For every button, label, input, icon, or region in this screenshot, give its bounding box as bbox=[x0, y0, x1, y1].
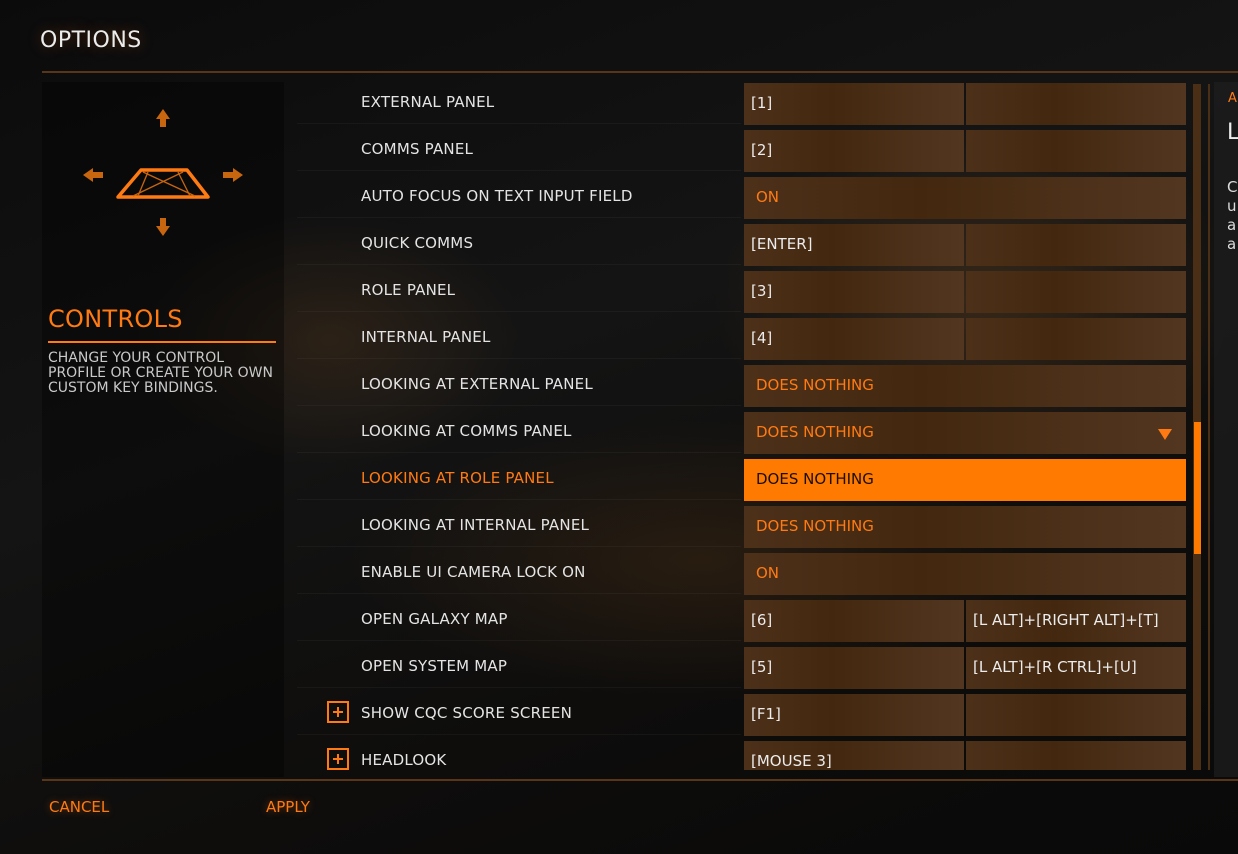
primary-binding-value: [ENTER] bbox=[751, 235, 813, 253]
binding-label: LOOKING AT COMMS PANEL bbox=[361, 422, 572, 440]
secondary-binding-field[interactable] bbox=[966, 271, 1186, 313]
info-text-line: u bbox=[1227, 197, 1237, 215]
secondary-binding-field[interactable] bbox=[966, 694, 1186, 736]
scrollbar-rail bbox=[1208, 84, 1210, 770]
primary-binding-value: [F1] bbox=[751, 705, 781, 723]
arrow-down-icon bbox=[156, 218, 170, 236]
setting-value: DOES NOTHING bbox=[756, 423, 874, 441]
binding-label: COMMS PANEL bbox=[361, 140, 474, 158]
binding-row[interactable]: OPEN GALAXY MAP [6] [L ALT]+[RIGHT ALT]+[T… bbox=[297, 597, 1189, 642]
primary-binding-value: [5] bbox=[751, 658, 773, 676]
binding-label: EXTERNAL PANEL bbox=[361, 93, 495, 111]
secondary-binding-field[interactable]: [L ALT]+[R CTRL]+[U] bbox=[966, 647, 1186, 689]
info-text-line: a bbox=[1227, 235, 1237, 253]
setting-value: DOES NOTHING bbox=[756, 470, 874, 488]
dropdown-field[interactable]: DOES NOTHING bbox=[744, 412, 1186, 454]
expand-plus-icon[interactable] bbox=[327, 748, 349, 770]
header-divider bbox=[42, 71, 1238, 73]
secondary-binding-field[interactable] bbox=[966, 130, 1186, 172]
dropdown-arrow-icon[interactable] bbox=[1158, 429, 1172, 440]
dropdown-field[interactable]: DOES NOTHING bbox=[744, 506, 1186, 548]
primary-binding-value: [4] bbox=[751, 329, 773, 347]
binding-label: ROLE PANEL bbox=[361, 281, 456, 299]
binding-row[interactable]: EXTERNAL PANEL [1] bbox=[297, 80, 1189, 125]
binding-label: QUICK COMMS bbox=[361, 234, 474, 252]
info-text-line: C bbox=[1227, 178, 1238, 196]
bindings-list: EXTERNAL PANEL [1] COMMS PANEL [2] AUTO FOCU… bbox=[297, 80, 1189, 770]
info-category: A bbox=[1228, 91, 1237, 106]
binding-label: LOOKING AT INTERNAL PANEL bbox=[361, 516, 590, 534]
primary-binding-field[interactable]: [MOUSE 3] bbox=[744, 741, 964, 770]
secondary-binding-field[interactable] bbox=[966, 224, 1186, 266]
scrollbar-thumb[interactable] bbox=[1194, 422, 1201, 554]
info-panel: A L Cuaa bbox=[1214, 82, 1238, 777]
binding-label: AUTO FOCUS ON TEXT INPUT FIELD bbox=[361, 187, 633, 205]
binding-label: LOOKING AT EXTERNAL PANEL bbox=[361, 375, 593, 393]
primary-binding-field[interactable]: [6] bbox=[744, 600, 964, 642]
binding-row[interactable]: AUTO FOCUS ON TEXT INPUT FIELD ON bbox=[297, 174, 1189, 219]
binding-row[interactable]: LOOKING AT ROLE PANEL DOES NOTHING bbox=[297, 456, 1189, 501]
arrow-right-icon bbox=[223, 168, 243, 182]
secondary-binding-field[interactable]: [L ALT]+[RIGHT ALT]+[T] bbox=[966, 600, 1186, 642]
dropdown-field[interactable]: DOES NOTHING bbox=[744, 365, 1186, 407]
ship-directional-icon bbox=[78, 106, 248, 246]
binding-row[interactable]: ROLE PANEL [3] bbox=[297, 268, 1189, 313]
arrow-left-icon bbox=[83, 168, 103, 182]
footer-divider bbox=[42, 779, 1238, 781]
secondary-binding-field[interactable] bbox=[966, 741, 1186, 770]
primary-binding-field[interactable]: [ENTER] bbox=[744, 224, 964, 266]
secondary-binding-value: [L ALT]+[RIGHT ALT]+[T] bbox=[973, 611, 1159, 629]
primary-binding-field[interactable]: [1] bbox=[744, 83, 964, 125]
binding-label: LOOKING AT ROLE PANEL bbox=[361, 469, 554, 487]
binding-row[interactable]: SHOW CQC SCORE SCREEN [F1] bbox=[297, 691, 1189, 736]
setting-value: DOES NOTHING bbox=[756, 376, 874, 394]
primary-binding-field[interactable]: [4] bbox=[744, 318, 964, 360]
binding-row[interactable]: LOOKING AT EXTERNAL PANEL DOES NOTHING bbox=[297, 362, 1189, 407]
arrow-up-icon bbox=[156, 109, 170, 127]
page-title: OPTIONS bbox=[40, 28, 142, 53]
binding-row[interactable]: HEADLOOK [MOUSE 3] bbox=[297, 738, 1189, 770]
binding-row[interactable]: ENABLE UI CAMERA LOCK ON ON bbox=[297, 550, 1189, 595]
binding-row[interactable]: OPEN SYSTEM MAP [5] [L ALT]+[R CTRL]+[U] bbox=[297, 644, 1189, 689]
binding-label: OPEN GALAXY MAP bbox=[361, 610, 508, 628]
binding-row[interactable]: QUICK COMMS [ENTER] bbox=[297, 221, 1189, 266]
setting-value: DOES NOTHING bbox=[756, 517, 874, 535]
primary-binding-value: [3] bbox=[751, 282, 773, 300]
primary-binding-value: [6] bbox=[751, 611, 773, 629]
binding-row[interactable]: LOOKING AT INTERNAL PANEL DOES NOTHING bbox=[297, 503, 1189, 548]
binding-label: OPEN SYSTEM MAP bbox=[361, 657, 508, 675]
section-description: CHANGE YOUR CONTROL PROFILE OR CREATE YO… bbox=[48, 350, 273, 396]
expand-plus-icon[interactable] bbox=[327, 701, 349, 723]
toggle-field[interactable]: ON bbox=[744, 177, 1186, 219]
binding-label: ENABLE UI CAMERA LOCK ON bbox=[361, 563, 586, 581]
binding-row[interactable]: LOOKING AT COMMS PANEL DOES NOTHING bbox=[297, 409, 1189, 454]
section-divider bbox=[48, 341, 276, 343]
secondary-binding-field[interactable] bbox=[966, 83, 1186, 125]
primary-binding-value: [1] bbox=[751, 94, 773, 112]
setting-value: ON bbox=[756, 564, 780, 582]
binding-label: SHOW CQC SCORE SCREEN bbox=[361, 704, 572, 722]
secondary-binding-field[interactable] bbox=[966, 318, 1186, 360]
binding-label: INTERNAL PANEL bbox=[361, 328, 491, 346]
info-text: Cuaa bbox=[1227, 178, 1238, 254]
section-title: CONTROLS bbox=[48, 305, 183, 333]
secondary-binding-value: [L ALT]+[R CTRL]+[U] bbox=[973, 658, 1137, 676]
binding-row[interactable]: COMMS PANEL [2] bbox=[297, 127, 1189, 172]
primary-binding-field[interactable]: [3] bbox=[744, 271, 964, 313]
info-text-line: a bbox=[1227, 216, 1237, 234]
primary-binding-value: [2] bbox=[751, 141, 773, 159]
primary-binding-value: [MOUSE 3] bbox=[751, 752, 832, 770]
primary-binding-field[interactable]: [2] bbox=[744, 130, 964, 172]
setting-value: ON bbox=[756, 188, 780, 206]
primary-binding-field[interactable]: [5] bbox=[744, 647, 964, 689]
dropdown-option-highlighted[interactable]: DOES NOTHING bbox=[744, 459, 1186, 501]
cancel-button[interactable]: CANCEL bbox=[49, 798, 109, 816]
binding-label: HEADLOOK bbox=[361, 751, 447, 769]
toggle-field[interactable]: ON bbox=[744, 553, 1186, 595]
apply-button[interactable]: APPLY bbox=[266, 798, 310, 816]
info-title: L bbox=[1227, 120, 1238, 145]
primary-binding-field[interactable]: [F1] bbox=[744, 694, 964, 736]
binding-row[interactable]: INTERNAL PANEL [4] bbox=[297, 315, 1189, 360]
